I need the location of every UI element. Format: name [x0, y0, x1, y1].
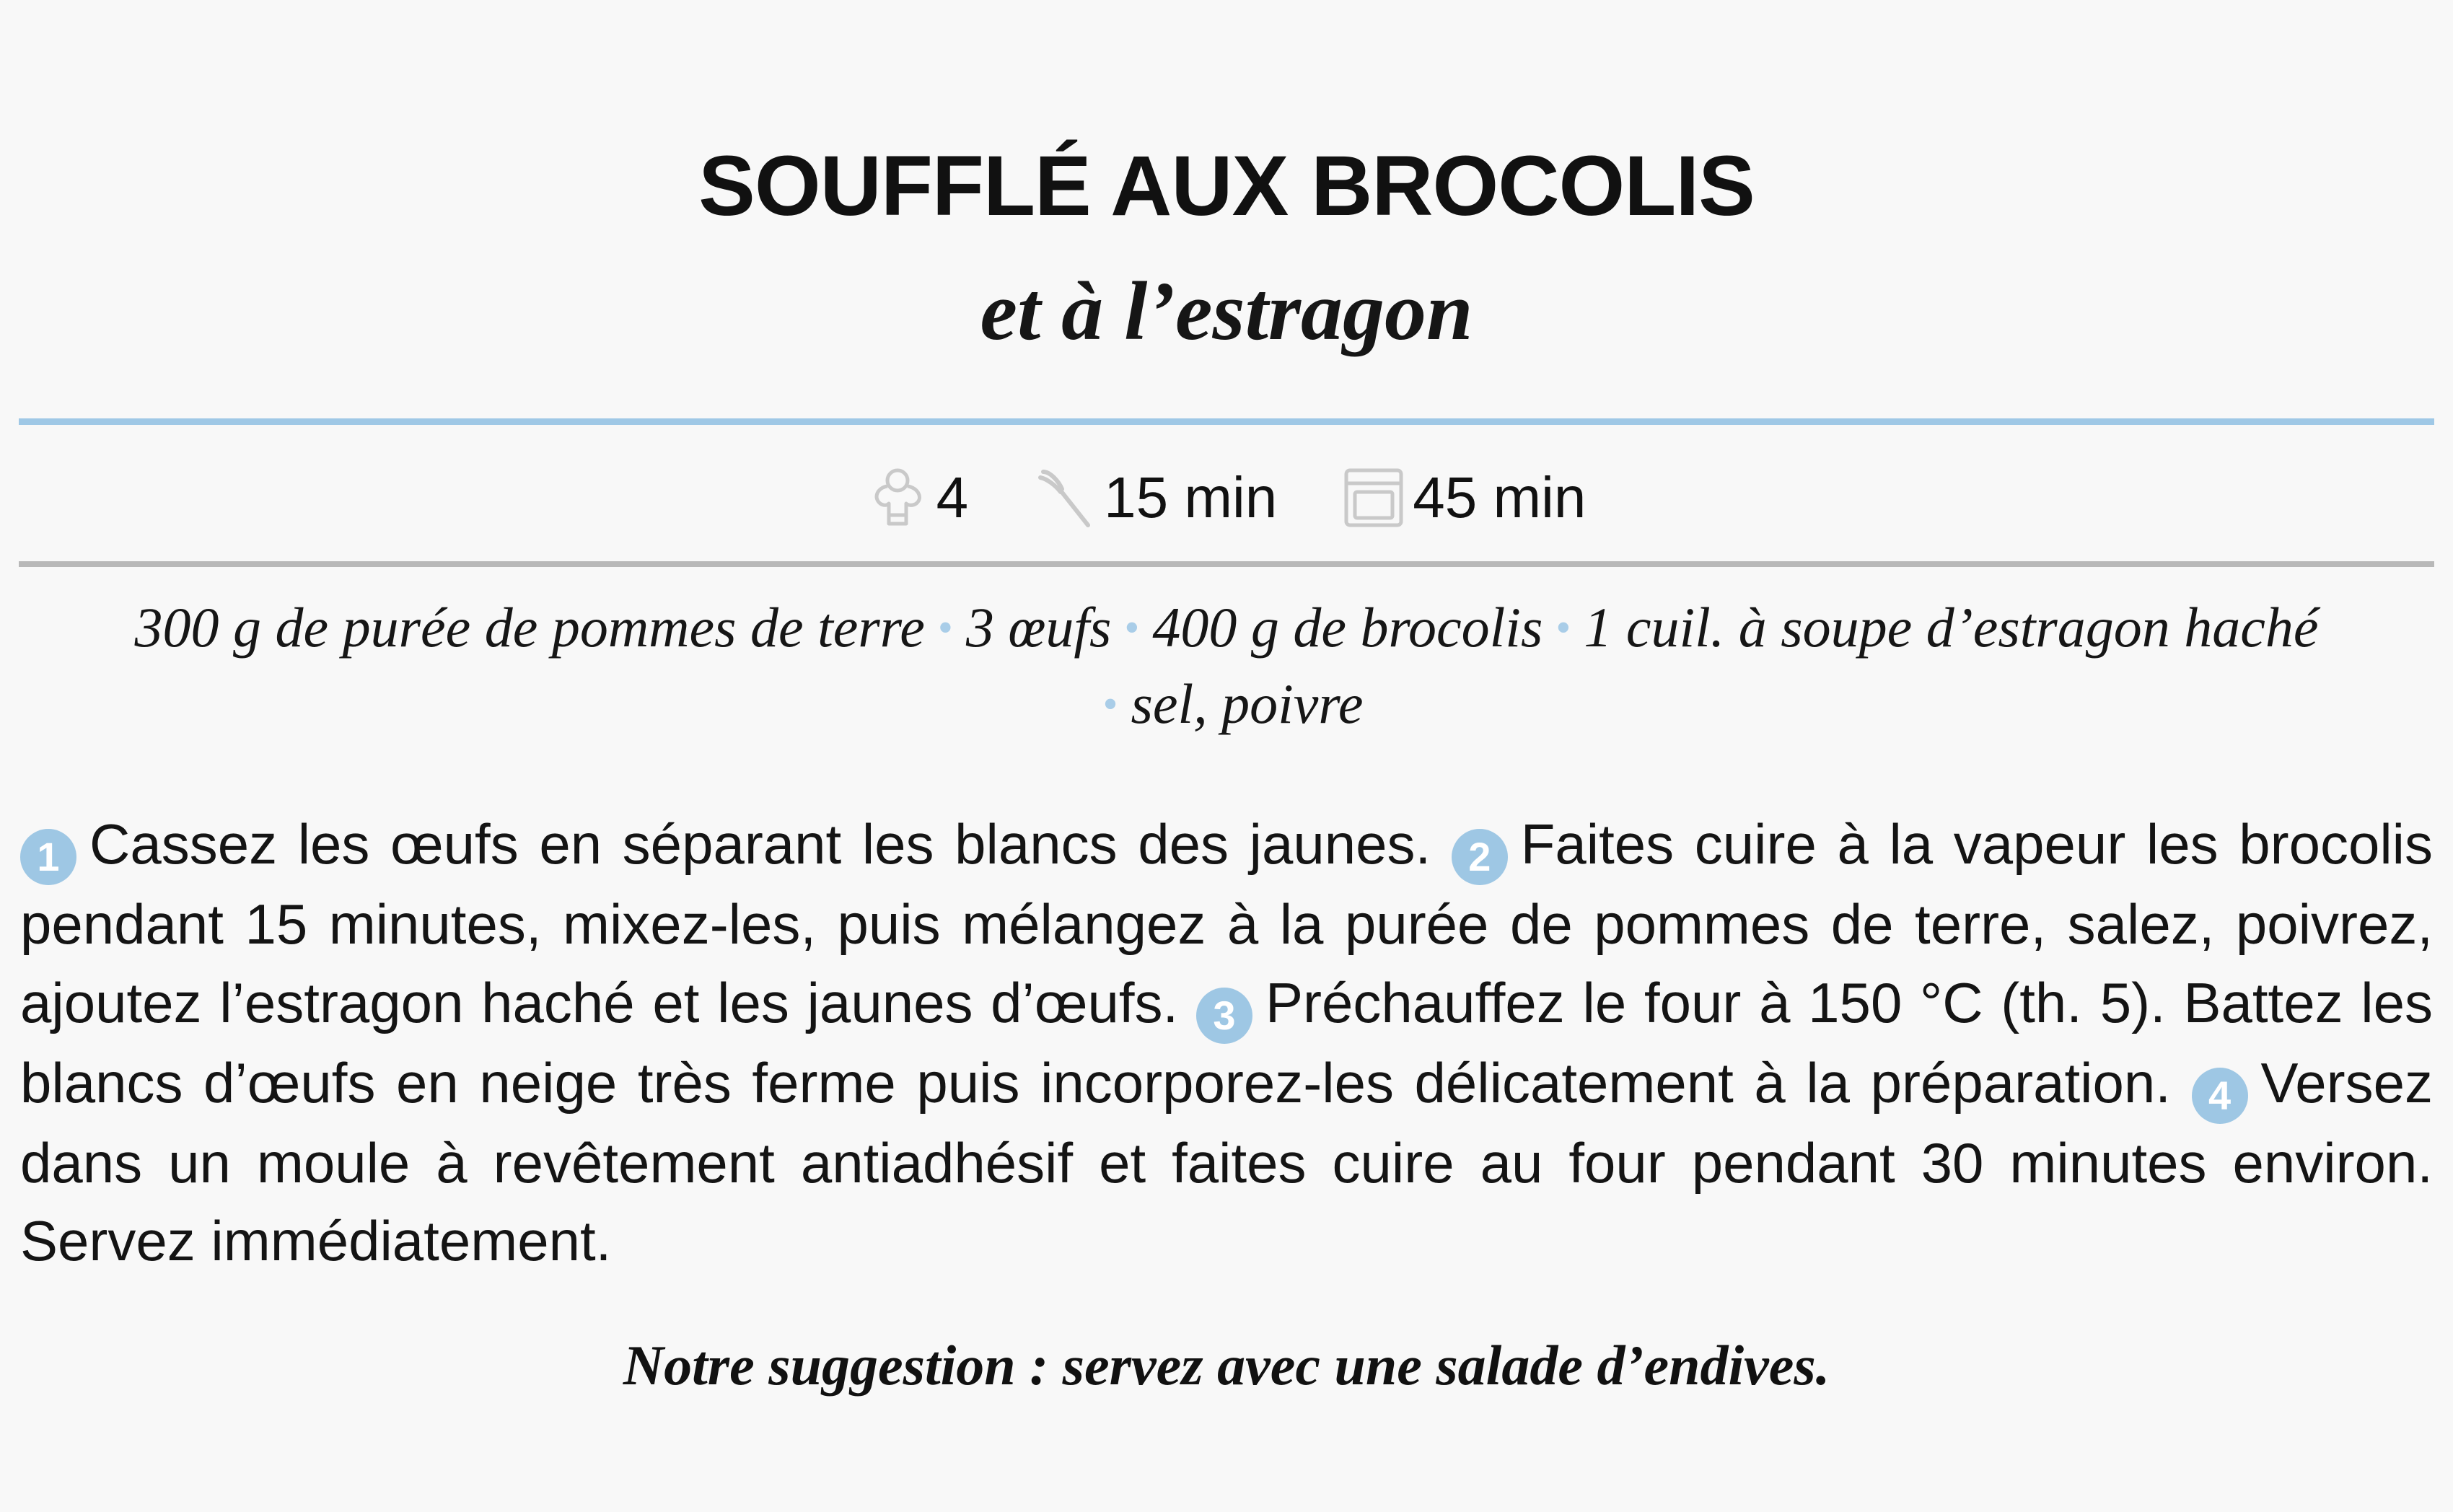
prep-time: 15 min — [1035, 465, 1277, 531]
cook-time-value: 45 min — [1413, 465, 1587, 529]
ingredient-item: 300 g de purée de pommes de terre — [134, 596, 925, 659]
preparation-steps: 1 Cassez les œufs en séparant les blancs … — [20, 805, 2433, 1280]
servings-value: 4 — [936, 465, 969, 529]
serving-suggestion: Notre suggestion : servez avec une salad… — [623, 1334, 1830, 1397]
prep-time-value: 15 min — [1104, 465, 1278, 529]
ingredient-item: 1 cuil. à soupe d’estragon haché — [1584, 596, 2319, 659]
step-number-badge: 4 — [2191, 1067, 2248, 1124]
step-number-badge: 3 — [1195, 987, 1252, 1044]
recipe-card: SOUFFLÉ AUX BROCOLIS et à l’estragon 4 1… — [0, 0, 2453, 1512]
bullet-separator: • — [1102, 680, 1118, 728]
chef-hat-icon — [874, 468, 921, 526]
step-number-badge: 1 — [20, 829, 76, 885]
ingredient-item: 400 g de brocolis — [1152, 596, 1543, 659]
ingredient-item: sel, poivre — [1131, 672, 1364, 735]
bullet-separator: • — [1555, 604, 1571, 651]
recipe-meta: 4 15 min 45 min — [0, 447, 2453, 548]
recipe-subtitle: et à l’estragon — [980, 265, 1473, 358]
top-divider — [19, 418, 2434, 425]
step-text: Cassez les œufs en séparant les blancs d… — [89, 812, 1431, 876]
recipe-title: SOUFFLÉ AUX BROCOLIS — [698, 139, 1755, 234]
servings: 4 — [867, 465, 969, 531]
bullet-separator: • — [937, 604, 953, 651]
bullet-separator: • — [1124, 604, 1140, 651]
bottom-divider — [19, 561, 2434, 567]
step-number-badge: 2 — [1451, 829, 1508, 885]
oven-icon — [1344, 468, 1403, 527]
ingredients-list: 300 g de purée de pommes de terre • 3 œufs… — [26, 592, 2427, 744]
ingredient-item: 3 œufs — [965, 596, 1112, 659]
cook-time: 45 min — [1343, 465, 1586, 531]
whisk-icon — [1038, 470, 1091, 527]
